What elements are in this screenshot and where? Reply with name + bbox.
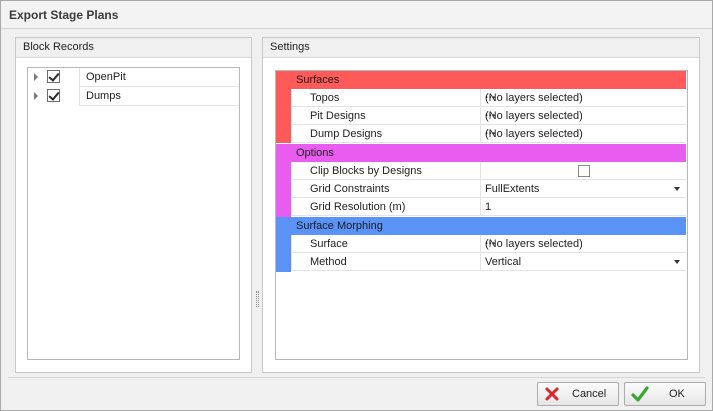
tree-item-checkbox[interactable] [47,89,60,102]
settings-header: Settings [263,38,699,58]
splitter-handle[interactable] [256,291,259,307]
prop-label-cell: Topos [291,89,481,107]
prop-label: Clip Blocks by Designs [310,165,422,177]
prop-value-cell[interactable]: (No layers selected) ··· [481,89,686,107]
settings-panel: Settings Surfaces Topos (No layers selec… [262,37,700,373]
prop-row-grid-resolution[interactable]: Grid Resolution (m) 1 [276,198,686,216]
category-label: Options [296,147,334,159]
tree-item-label-cell: OpenPit [79,68,239,87]
prop-label-cell: Clip Blocks by Designs [291,162,481,180]
category-surfaces[interactable]: Surfaces [276,71,686,89]
prop-value: FullExtents [485,183,540,195]
prop-label: Topos [310,92,340,104]
green-check-icon [631,386,649,402]
grid-constraints-dropdown[interactable]: FullExtents [481,180,686,198]
cancel-label: Cancel [572,388,607,400]
ellipsis-button[interactable]: ··· [485,110,682,122]
tree-item-label-cell: Dumps [79,87,239,106]
category-surface-morphing[interactable]: Surface Morphing [276,217,686,235]
tree-item-dumps[interactable]: Dumps [28,87,239,106]
prop-label: Grid Resolution (m) [310,201,406,213]
prop-label-cell: Method [291,253,481,271]
cancel-button[interactable]: Cancel [537,382,619,406]
ok-label: OK [669,388,685,400]
prop-row-surface[interactable]: Surface (No layers selected) ··· [276,235,686,253]
prop-label-cell: Pit Designs [291,107,481,125]
tree-item-label: OpenPit [86,71,126,83]
expand-arrow-icon[interactable] [34,92,38,100]
property-grid[interactable]: Surfaces Topos (No layers selected) ··· P… [275,70,688,360]
prop-label-cell: Surface [291,235,481,253]
tree-item-openpit[interactable]: OpenPit [28,68,239,87]
footer-separator [8,377,705,378]
ellipsis-button[interactable]: ··· [485,92,682,104]
ok-button[interactable]: OK [624,382,706,406]
category-label: Surface Morphing [296,220,383,232]
prop-value-cell[interactable]: (No layers selected) ··· [481,235,686,253]
block-records-tree[interactable]: OpenPit Dumps [27,67,240,360]
ellipsis-button[interactable]: ··· [485,128,682,140]
title-bar[interactable]: Export Stage Plans [1,1,712,29]
export-stage-plans-dialog: Export Stage Plans Block Records OpenPit… [0,0,713,411]
prop-row-clip-blocks[interactable]: Clip Blocks by Designs [276,162,686,180]
block-records-title: Block Records [23,41,94,53]
dropdown-arrow-icon[interactable] [674,260,680,264]
prop-value-cell[interactable]: (No layers selected) ··· [481,125,686,143]
prop-label-cell: Grid Resolution (m) [291,198,481,216]
prop-label-cell: Grid Constraints [291,180,481,198]
block-records-panel: Block Records OpenPit Dumps [15,37,252,373]
tree-item-checkbox[interactable] [47,70,60,83]
grid-resolution-input[interactable]: 1 [481,198,686,216]
block-records-header: Block Records [16,38,251,58]
prop-row-pit-designs[interactable]: Pit Designs (No layers selected) ··· [276,107,686,125]
method-dropdown[interactable]: Vertical [481,253,686,271]
ellipsis-button[interactable]: ··· [485,238,682,250]
expand-arrow-icon[interactable] [34,73,38,81]
prop-value-cell[interactable] [481,162,686,180]
prop-value: 1 [485,201,492,213]
prop-label: Surface [310,238,348,250]
red-x-icon [545,387,559,401]
prop-label: Pit Designs [310,110,366,122]
prop-row-grid-constraints[interactable]: Grid Constraints FullExtents [276,180,686,198]
window-title: Export Stage Plans [9,8,119,22]
prop-row-dump-designs[interactable]: Dump Designs (No layers selected) ··· [276,125,686,143]
clip-blocks-checkbox[interactable] [578,165,590,177]
prop-label: Dump Designs [310,128,383,140]
dropdown-arrow-icon[interactable] [674,187,680,191]
prop-value-cell[interactable]: (No layers selected) ··· [481,107,686,125]
prop-row-method[interactable]: Method Vertical [276,253,686,271]
tree-item-label: Dumps [86,90,121,102]
prop-label-cell: Dump Designs [291,125,481,143]
prop-label: Grid Constraints [310,183,390,195]
category-options[interactable]: Options [276,144,686,162]
settings-title: Settings [270,41,310,53]
prop-label: Method [310,256,347,268]
prop-value: Vertical [485,256,522,268]
category-label: Surfaces [296,74,340,86]
prop-row-topos[interactable]: Topos (No layers selected) ··· [276,89,686,107]
